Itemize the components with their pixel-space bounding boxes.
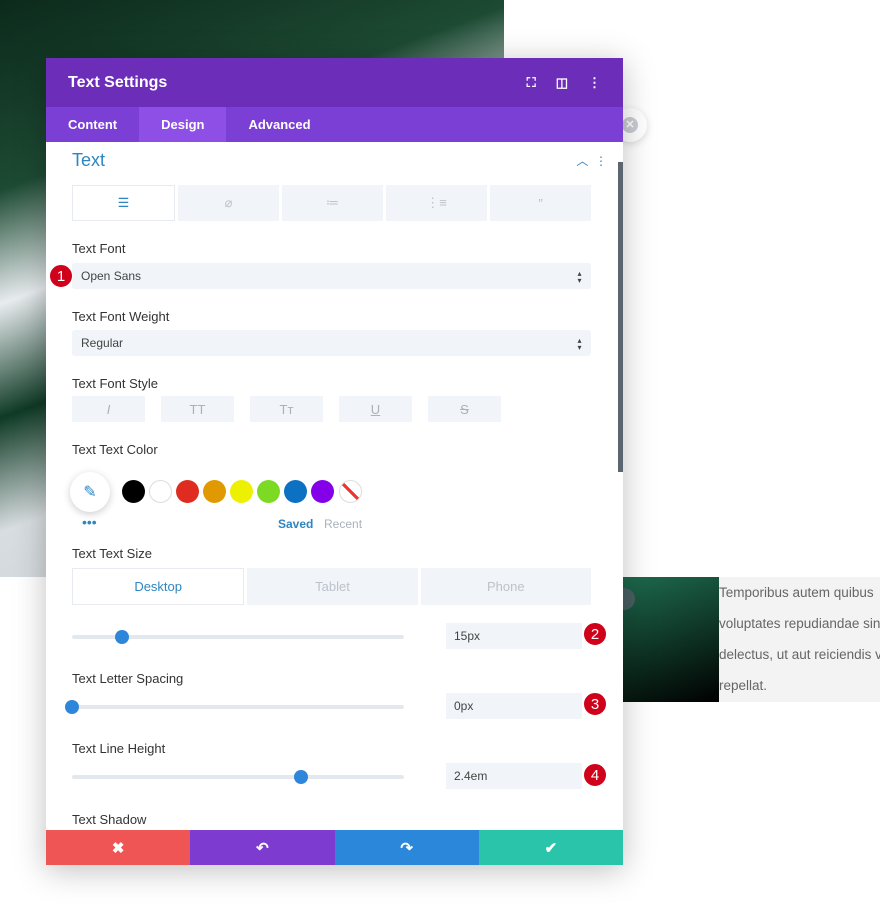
color-swatch[interactable] xyxy=(203,480,226,503)
letter-spacing-input[interactable]: 0px xyxy=(446,693,582,719)
fullscreen-icon[interactable]: ⛶ xyxy=(527,75,536,91)
more-options-icon[interactable]: ⋮ xyxy=(588,75,601,91)
preview-line: Temporibus autem quibus xyxy=(719,585,874,600)
section-title[interactable]: Text xyxy=(72,150,105,171)
text-font-style-label: Text Font Style xyxy=(72,376,158,391)
preview-line: repellat. xyxy=(719,678,768,693)
font-style-buttons: I TT Tт U S xyxy=(72,396,501,422)
tab-phone[interactable]: Phone xyxy=(420,568,591,605)
section-menu-icon[interactable]: ⋮ xyxy=(595,154,607,168)
scrollbar[interactable] xyxy=(618,162,623,472)
ordered-list-icon[interactable]: ⋮≡ xyxy=(386,185,487,221)
color-swatch[interactable] xyxy=(122,480,145,503)
preview-line: delectus, ut aut reiciendis v xyxy=(719,647,880,662)
redo-button[interactable]: ↷ xyxy=(334,830,479,865)
tab-tablet[interactable]: Tablet xyxy=(247,568,418,605)
settings-panel: Text Settings ⛶ ◫ ⋮ Content Design Advan… xyxy=(46,58,623,865)
link-icon[interactable]: ⌀ xyxy=(178,185,279,221)
text-color-label: Text Text Color xyxy=(72,442,158,457)
text-subtabs: ☰ ⌀ ≔ ⋮≡ ” xyxy=(72,185,591,221)
color-swatch[interactable] xyxy=(176,480,199,503)
line-height-slider[interactable] xyxy=(72,770,404,784)
left-align-icon[interactable]: ☰ xyxy=(72,185,175,221)
color-swatch[interactable] xyxy=(149,480,172,503)
slider-handle[interactable] xyxy=(114,630,129,644)
slider-handle[interactable] xyxy=(65,700,79,714)
text-font-select[interactable]: Open Sans xyxy=(72,263,591,289)
save-button[interactable]: ✔ xyxy=(478,830,623,865)
text-shadow-label: Text Shadow xyxy=(72,812,147,827)
panel-title: Text Settings xyxy=(68,73,168,91)
tab-design[interactable]: Design xyxy=(139,107,227,142)
cancel-button[interactable]: ✖ xyxy=(46,830,191,865)
check-icon: ✔ xyxy=(544,839,558,857)
footer-actions: ✖ ↶ ↷ ✔ xyxy=(46,830,623,865)
preview-text: Temporibus autem quibus voluptates repud… xyxy=(719,577,880,702)
close-icon: ✕ xyxy=(622,117,638,133)
undo-button[interactable]: ↶ xyxy=(190,830,335,865)
letter-spacing-label: Text Letter Spacing xyxy=(72,671,184,686)
step-badge: 2 xyxy=(583,622,607,646)
uppercase-button[interactable]: TT xyxy=(161,396,234,422)
device-tabs: Desktop Tablet Phone xyxy=(72,568,591,605)
underline-button[interactable]: U xyxy=(339,396,412,422)
clear-color-swatch[interactable] xyxy=(339,480,362,503)
undo-icon: ↶ xyxy=(256,839,269,857)
text-font-label: Text Font xyxy=(72,241,126,256)
preview-line: voluptates repudiandae sin xyxy=(719,616,880,631)
saved-colors-tab[interactable]: Saved xyxy=(278,517,313,531)
step-badge: 4 xyxy=(583,763,607,787)
preview-image xyxy=(623,577,719,702)
color-swatch[interactable] xyxy=(257,480,280,503)
panel-body: Text ︿ ⋮ ☰ ⌀ ≔ ⋮≡ ” Text Font Open Sans … xyxy=(46,142,623,830)
more-colors-icon[interactable]: ••• xyxy=(82,514,97,530)
step-badge: 1 xyxy=(49,264,73,288)
capitalize-button[interactable]: Tт xyxy=(250,396,323,422)
color-swatch[interactable] xyxy=(311,480,334,503)
tab-content[interactable]: Content xyxy=(46,107,139,142)
text-size-label: Text Text Size xyxy=(72,546,152,561)
line-height-label: Text Line Height xyxy=(72,741,166,756)
section-controls: ︿ ⋮ xyxy=(576,152,607,169)
redo-icon: ↷ xyxy=(400,839,413,857)
unordered-list-icon[interactable]: ≔ xyxy=(282,185,383,221)
color-swatch[interactable] xyxy=(230,480,253,503)
close-icon: ✖ xyxy=(111,839,125,857)
line-height-input[interactable]: 2.4em xyxy=(446,763,582,789)
text-font-weight-select[interactable]: Regular xyxy=(72,330,591,356)
eyedropper-icon[interactable]: ✎ xyxy=(70,472,110,512)
text-size-slider[interactable] xyxy=(72,630,404,644)
recent-colors-tab[interactable]: Recent xyxy=(324,517,362,531)
slider-handle[interactable] xyxy=(294,770,309,784)
split-view-icon[interactable]: ◫ xyxy=(556,75,568,91)
italic-button[interactable]: I xyxy=(72,396,145,422)
color-swatch[interactable] xyxy=(284,480,307,503)
quote-icon[interactable]: ” xyxy=(490,185,591,221)
text-font-weight-label: Text Font Weight xyxy=(72,309,170,324)
tab-desktop[interactable]: Desktop xyxy=(72,568,245,605)
chevron-up-icon[interactable]: ︿ xyxy=(576,154,588,168)
strikethrough-button[interactable]: S xyxy=(428,396,501,422)
panel-header: Text Settings ⛶ ◫ ⋮ xyxy=(46,58,623,107)
letter-spacing-slider[interactable] xyxy=(65,700,404,714)
step-badge: 3 xyxy=(583,692,607,716)
text-size-input[interactable]: 15px xyxy=(446,623,582,649)
tab-bar: Content Design Advanced xyxy=(46,107,623,142)
tab-advanced[interactable]: Advanced xyxy=(226,107,332,142)
